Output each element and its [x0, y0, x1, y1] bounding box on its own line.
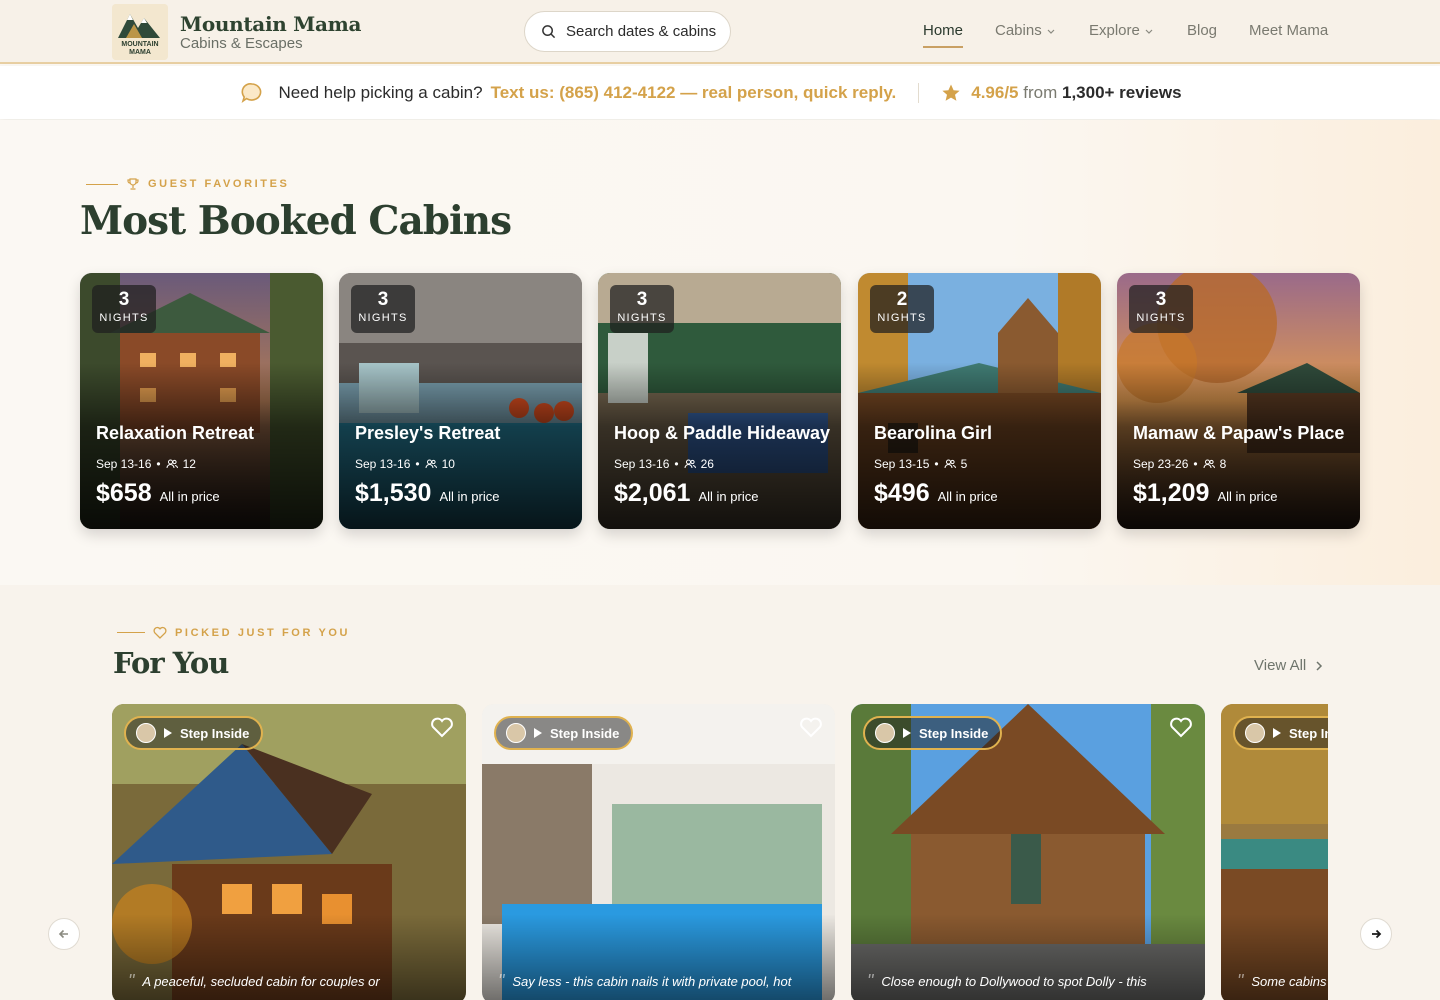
nav-explore[interactable]: Explore — [1089, 22, 1154, 39]
search-icon — [542, 25, 556, 39]
nights-badge: 3 NIGHTS — [92, 285, 156, 333]
nav-active-indicator — [923, 46, 963, 48]
for-you-title: For You — [113, 646, 229, 680]
play-icon — [164, 728, 172, 738]
cabin-name: Hoop & Paddle Hideaway — [614, 423, 831, 443]
step-inside-button[interactable]: Step Inside — [863, 716, 1003, 750]
carousel-prev-button[interactable] — [48, 918, 80, 950]
review-quote: " Some cabins — [1237, 971, 1327, 991]
arrow-right-icon — [1372, 929, 1382, 939]
nav-cabins[interactable]: Cabins — [995, 22, 1056, 39]
cabin-price: $658 All in price — [96, 479, 220, 507]
arrow-left-icon — [58, 929, 68, 939]
help-bar: Need help picking a cabin? Text us: (865… — [0, 66, 1440, 119]
cabin-name: Relaxation Retreat — [96, 423, 255, 443]
picked-for-you-eyebrow: PICKED JUST FOR YOU — [117, 626, 350, 639]
heart-outline-icon — [153, 626, 167, 639]
cabin-card[interactable]: 3 NIGHTS Presley's Retreat Sep 13-16 • 10 … — [339, 273, 582, 529]
step-inside-button[interactable]: Step Inside — [1233, 716, 1328, 750]
for-you-card[interactable]: Step Inside " Close enough to Dollywood t… — [851, 704, 1205, 1000]
cabin-price: $2,061 All in price — [614, 479, 759, 507]
nav-meet-mama-label: Meet Mama — [1249, 22, 1329, 39]
cabin-price: $1,209 All in price — [1133, 479, 1278, 507]
nights-badge: 3 NIGHTS — [351, 285, 415, 333]
review-quote: " A peaceful, secluded cabin for couples … — [128, 971, 380, 991]
people-icon — [425, 459, 437, 469]
eyebrow-text: GUEST FAVORITES — [148, 178, 290, 190]
nights-badge: 2 NIGHTS — [870, 285, 934, 333]
nav-meet-mama[interactable]: Meet Mama — [1249, 22, 1328, 39]
avatar — [1245, 723, 1265, 743]
rating-from: from — [1023, 82, 1058, 102]
chat-bubble-icon — [241, 82, 262, 103]
people-icon — [684, 459, 696, 469]
avatar — [136, 723, 156, 743]
search-button[interactable]: Search dates & cabins — [524, 11, 731, 52]
for-you-card[interactable]: Step Inside " A peaceful, secluded cabin … — [112, 704, 466, 1000]
chevron-right-icon — [1316, 660, 1323, 671]
nav-cabins-label: Cabins — [995, 22, 1042, 39]
divider — [918, 82, 920, 103]
most-booked-title: Most Booked Cabins — [80, 198, 512, 244]
chevron-down-icon — [1145, 29, 1153, 34]
nights-badge: 3 NIGHTS — [1129, 285, 1193, 333]
logo[interactable]: MOUNTAIN MAMA — [112, 4, 168, 60]
play-icon — [903, 728, 911, 738]
cabin-price: $1,530 All in price — [355, 479, 500, 507]
trophy-icon — [127, 178, 139, 190]
chevron-down-icon — [1047, 29, 1055, 34]
nights-badge: 3 NIGHTS — [610, 285, 674, 333]
heart-outline-icon[interactable] — [430, 716, 454, 738]
brand-title[interactable]: Mountain Mama — [180, 12, 361, 36]
view-all-link[interactable]: View All — [1254, 657, 1324, 674]
cabin-meta: Sep 23-26 • 8 — [1133, 457, 1227, 471]
people-icon — [1203, 459, 1215, 469]
view-all-label: View All — [1254, 657, 1307, 674]
avatar — [875, 723, 895, 743]
eyebrow-text: PICKED JUST FOR YOU — [175, 626, 351, 639]
review-count: 1,300+ reviews — [1061, 82, 1182, 102]
for-you-card[interactable]: Step Inside "Some cabins — [1221, 704, 1328, 1000]
step-inside-button[interactable]: Step Inside — [124, 716, 264, 750]
cabin-name: Mamaw & Papaw's Place — [1133, 423, 1345, 443]
cabin-meta: Sep 13-15 • 5 — [874, 457, 968, 471]
search-label: Search dates & cabins — [566, 23, 717, 40]
cabin-name: Presley's Retreat — [355, 423, 501, 443]
star-icon — [942, 84, 960, 101]
logo-text: MOUNTAIN MAMA — [121, 41, 159, 56]
heart-outline-icon[interactable] — [1169, 716, 1193, 738]
rating-value: 4.96/5 — [971, 82, 1019, 102]
cabin-meta: Sep 13-16 • 10 — [355, 457, 455, 471]
text-us-link[interactable]: Text us: (865) 412-4122 — real person, q… — [491, 83, 897, 103]
for-you-card[interactable]: Step Inside " Say less - this cabin nails… — [482, 704, 835, 1000]
play-icon — [1273, 728, 1281, 738]
cabin-name: Bearolina Girl — [874, 423, 993, 443]
review-quote: " Close enough to Dollywood to spot Dolly… — [867, 971, 1147, 991]
nav-home-label: Home — [923, 22, 964, 39]
cabin-meta: Sep 13-16 • 12 — [96, 457, 196, 471]
nav-blog-label: Blog — [1187, 22, 1218, 39]
carousel-next-button[interactable] — [1360, 918, 1392, 950]
nav-blog[interactable]: Blog — [1187, 22, 1217, 39]
cabin-card[interactable]: 3 NIGHTS Mamaw & Papaw's Place Sep 23-26 •… — [1117, 273, 1360, 529]
brand-subtitle: Cabins & Escapes — [180, 35, 303, 52]
people-icon — [166, 459, 178, 469]
avatar — [506, 723, 526, 743]
people-icon — [944, 459, 956, 469]
guest-favorites-eyebrow: GUEST FAVORITES — [86, 177, 289, 191]
heart-outline-icon[interactable] — [799, 716, 823, 738]
cabin-price: $496 All in price — [874, 479, 998, 507]
nav-home[interactable]: Home — [923, 22, 963, 39]
step-inside-button[interactable]: Step Inside — [494, 716, 634, 750]
review-quote: " Say less - this cabin nails it with pri… — [498, 971, 792, 991]
site-header: MOUNTAIN MAMA Mountain Mama Cabins & Esc… — [0, 0, 1440, 64]
nav-explore-label: Explore — [1089, 22, 1140, 39]
cabin-card[interactable]: 3 NIGHTS Relaxation Retreat Sep 13-16 • 12… — [80, 273, 323, 529]
cabin-card[interactable]: 2 NIGHTS Bearolina Girl Sep 13-15 • 5 $496… — [858, 273, 1101, 529]
reviews-summary[interactable]: 4.96/5 from 1,300+ reviews — [971, 83, 1181, 103]
cabin-card[interactable]: 3 NIGHTS Hoop & Paddle Hideaway Sep 13-16… — [598, 273, 841, 529]
cabin-meta: Sep 13-16 • 26 — [614, 457, 714, 471]
play-icon — [534, 728, 542, 738]
help-question: Need help picking a cabin? — [278, 82, 483, 102]
